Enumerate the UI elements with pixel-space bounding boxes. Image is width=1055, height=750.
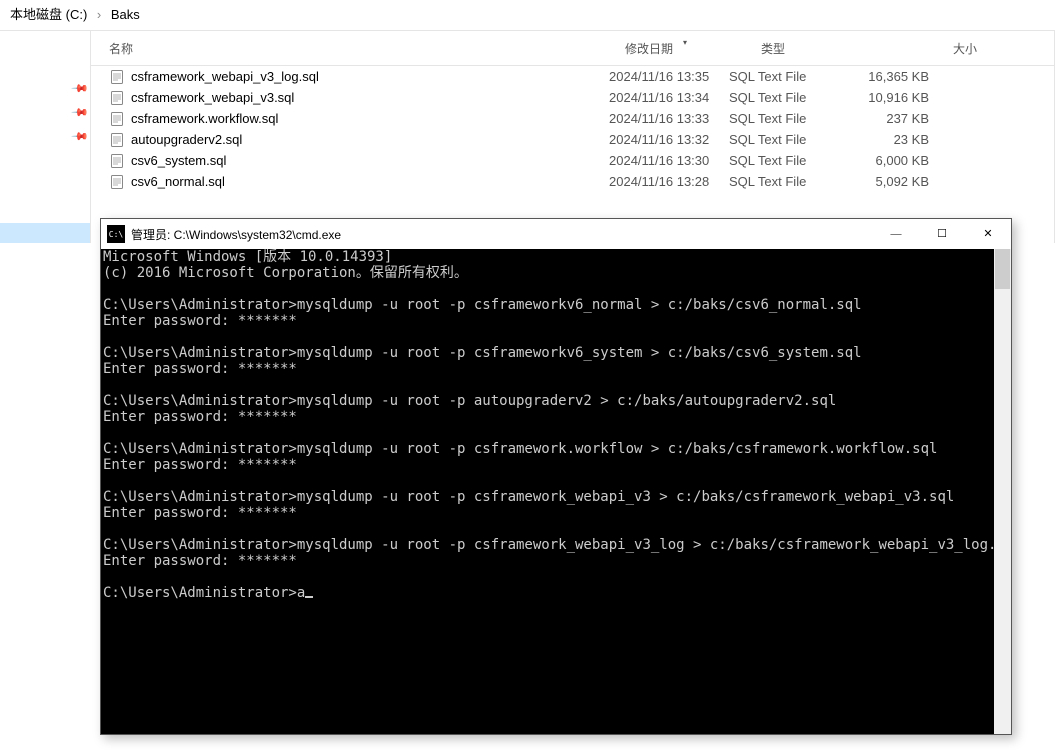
file-icon bbox=[109, 90, 125, 106]
column-header-size[interactable]: 大小 bbox=[879, 40, 985, 57]
selected-nav-item[interactable] bbox=[0, 223, 90, 243]
pin-icon: 📌 bbox=[0, 129, 90, 153]
column-headers: 名称 ▾修改日期 类型 大小 bbox=[91, 31, 1054, 66]
close-button[interactable]: ✕ bbox=[965, 219, 1011, 249]
file-date: 2024/11/16 13:32 bbox=[609, 132, 729, 147]
file-name: csv6_normal.sql bbox=[131, 174, 225, 189]
file-type: SQL Text File bbox=[729, 111, 839, 126]
file-name: csframework_webapi_v3_log.sql bbox=[131, 69, 319, 84]
file-size: 10,916 KB bbox=[839, 90, 929, 105]
file-icon bbox=[109, 132, 125, 148]
file-row[interactable]: csv6_system.sql 2024/11/16 13:30SQL Text … bbox=[91, 150, 1054, 171]
maximize-button[interactable]: ☐ bbox=[919, 219, 965, 249]
file-size: 16,365 KB bbox=[839, 69, 929, 84]
file-name: csframework_webapi_v3.sql bbox=[131, 90, 294, 105]
scrollbar-thumb[interactable] bbox=[995, 249, 1010, 289]
file-row[interactable]: autoupgraderv2.sql 2024/11/16 13:32SQL Te… bbox=[91, 129, 1054, 150]
cmd-window[interactable]: C:\ 管理员: C:\Windows\system32\cmd.exe — ☐… bbox=[100, 218, 1012, 735]
file-name: autoupgraderv2.sql bbox=[131, 132, 242, 147]
file-type: SQL Text File bbox=[729, 69, 839, 84]
file-size: 23 KB bbox=[839, 132, 929, 147]
file-date: 2024/11/16 13:30 bbox=[609, 153, 729, 168]
file-row[interactable]: csv6_normal.sql 2024/11/16 13:28SQL Text … bbox=[91, 171, 1054, 192]
file-row[interactable]: csframework.workflow.sql 2024/11/16 13:33… bbox=[91, 108, 1054, 129]
sort-desc-icon: ▾ bbox=[683, 38, 687, 47]
breadcrumb-item[interactable]: 本地磁盘 (C:) bbox=[10, 7, 87, 22]
file-date: 2024/11/16 13:28 bbox=[609, 174, 729, 189]
file-name: csv6_system.sql bbox=[131, 153, 226, 168]
file-icon bbox=[109, 111, 125, 127]
breadcrumb[interactable]: 本地磁盘 (C:) › Baks bbox=[0, 0, 1055, 31]
file-type: SQL Text File bbox=[729, 153, 839, 168]
breadcrumb-item[interactable]: Baks bbox=[111, 7, 140, 22]
file-size: 237 KB bbox=[839, 111, 929, 126]
column-header-name[interactable]: 名称 bbox=[91, 40, 617, 57]
column-header-date[interactable]: ▾修改日期 bbox=[617, 40, 753, 57]
minimize-button[interactable]: — bbox=[873, 219, 919, 249]
file-size: 6,000 KB bbox=[839, 153, 929, 168]
file-row[interactable]: csframework_webapi_v3.sql 2024/11/16 13:3… bbox=[91, 87, 1054, 108]
file-date: 2024/11/16 13:33 bbox=[609, 111, 729, 126]
file-type: SQL Text File bbox=[729, 174, 839, 189]
column-header-type[interactable]: 类型 bbox=[753, 40, 879, 57]
file-type: SQL Text File bbox=[729, 132, 839, 147]
pin-icon: 📌 bbox=[0, 81, 90, 105]
quick-access-rail: 📌 📌 📌 bbox=[0, 31, 90, 243]
file-date: 2024/11/16 13:34 bbox=[609, 90, 729, 105]
cmd-titlebar[interactable]: C:\ 管理员: C:\Windows\system32\cmd.exe — ☐… bbox=[101, 219, 1011, 250]
file-name: csframework.workflow.sql bbox=[131, 111, 278, 126]
cursor bbox=[305, 596, 313, 598]
file-list-pane: 名称 ▾修改日期 类型 大小 csframework_webapi_v3_log… bbox=[90, 31, 1055, 243]
file-icon bbox=[109, 174, 125, 190]
file-size: 5,092 KB bbox=[839, 174, 929, 189]
scrollbar[interactable] bbox=[994, 249, 1011, 734]
cmd-output[interactable]: Microsoft Windows [版本 10.0.14393] (c) 20… bbox=[101, 249, 994, 734]
file-row[interactable]: csframework_webapi_v3_log.sql 2024/11/16 … bbox=[91, 66, 1054, 87]
cmd-title-text: 管理员: C:\Windows\system32\cmd.exe bbox=[131, 226, 873, 243]
chevron-right-icon: › bbox=[97, 0, 101, 30]
pin-icon: 📌 bbox=[0, 105, 90, 129]
cmd-icon: C:\ bbox=[107, 225, 125, 243]
file-type: SQL Text File bbox=[729, 90, 839, 105]
file-icon bbox=[109, 69, 125, 85]
file-date: 2024/11/16 13:35 bbox=[609, 69, 729, 84]
file-icon bbox=[109, 153, 125, 169]
